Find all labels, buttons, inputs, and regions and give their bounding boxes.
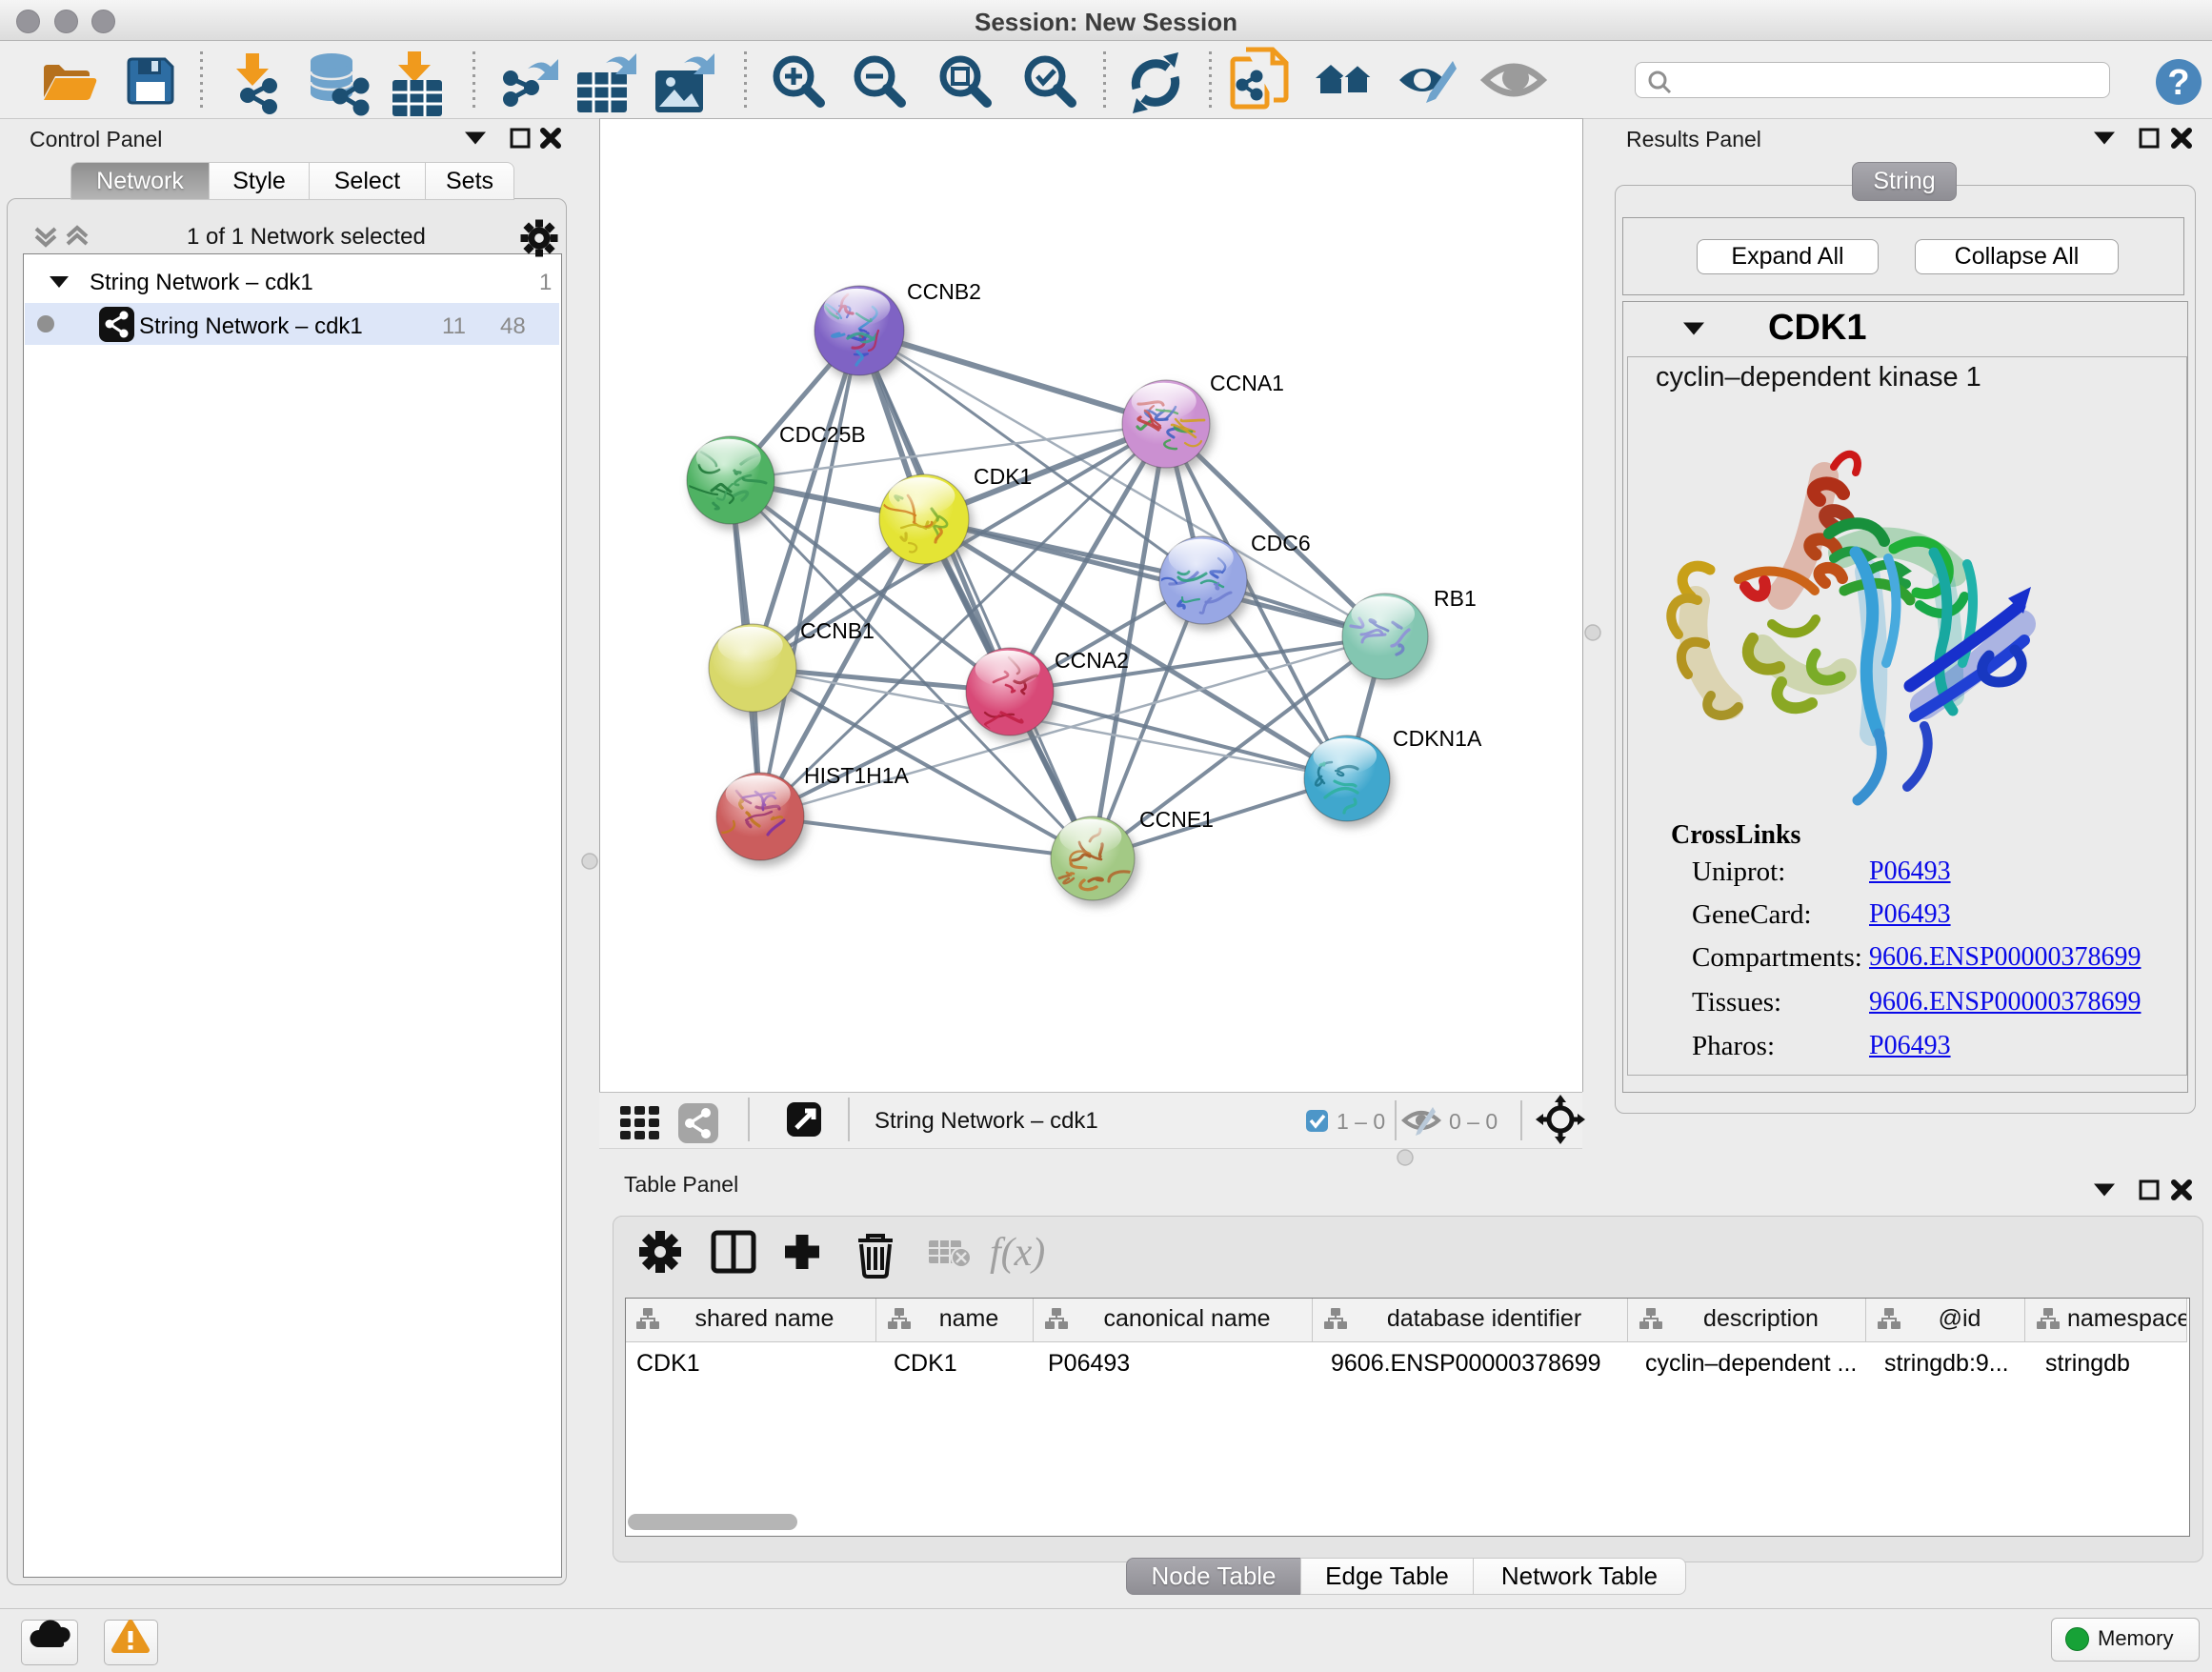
svg-text:CCNB2: CCNB2 bbox=[907, 279, 981, 304]
svg-text:CCNA2: CCNA2 bbox=[1055, 648, 1129, 673]
svg-text:RB1: RB1 bbox=[1434, 586, 1477, 611]
svg-text:CDC6: CDC6 bbox=[1251, 531, 1311, 555]
svg-text:CDKN1A: CDKN1A bbox=[1393, 726, 1482, 751]
svg-text:CCNE1: CCNE1 bbox=[1139, 807, 1214, 832]
svg-text:?: ? bbox=[2167, 63, 2189, 103]
svg-text:CCNA1: CCNA1 bbox=[1210, 371, 1284, 395]
svg-text:CCNB1: CCNB1 bbox=[800, 618, 875, 643]
svg-text:HIST1H1A: HIST1H1A bbox=[804, 763, 910, 788]
svg-text:CDC25B: CDC25B bbox=[779, 422, 866, 447]
svg-text:CDK1: CDK1 bbox=[974, 464, 1032, 489]
